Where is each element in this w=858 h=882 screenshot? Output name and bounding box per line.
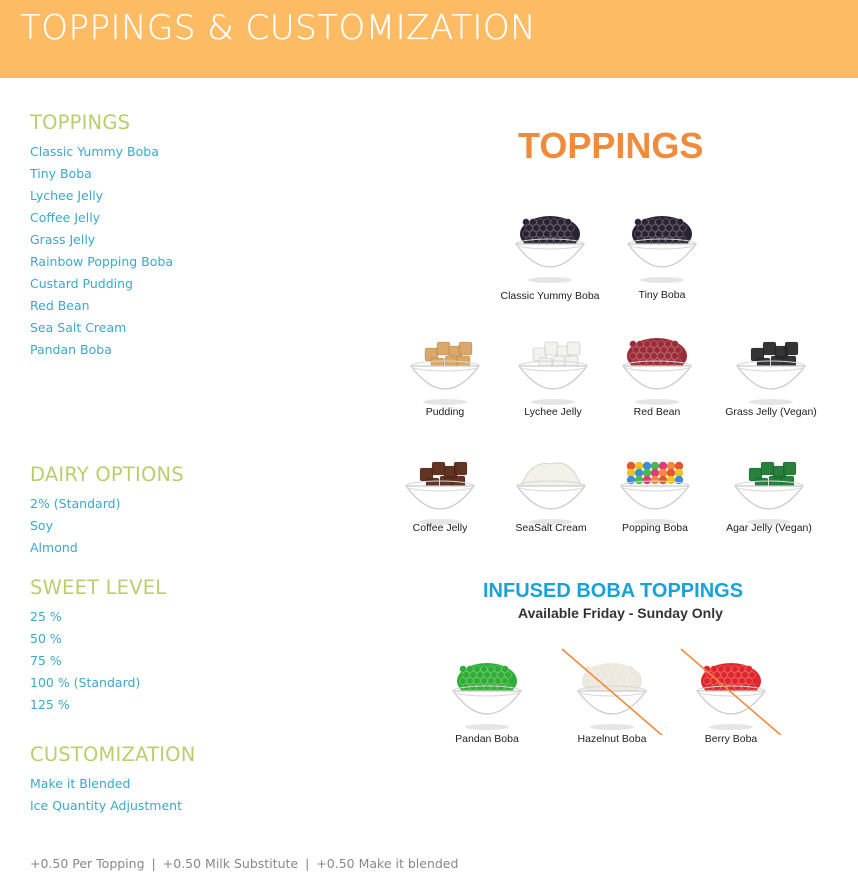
customization-list: Make it Blended Ice Quantity Adjustment: [30, 775, 182, 819]
topping-link[interactable]: Lychee Jelly: [30, 187, 173, 209]
infused-tile: Berry Boba: [671, 645, 791, 745]
customization-link[interactable]: Make it Blended: [30, 775, 182, 797]
topping-tile: Classic Yummy Boba: [490, 198, 610, 302]
infused-title: INFUSED BOBA TOPPINGS: [483, 580, 744, 602]
berry-boba-bowl-icon: [680, 648, 782, 735]
price-note: +0.50 Make it blended: [316, 856, 459, 871]
page-title: TOPPINGS & CUSTOMIZATION: [20, 8, 537, 48]
infused-caption: Berry Boba: [704, 733, 758, 745]
page-header: TOPPINGS & CUSTOMIZATION: [0, 0, 858, 78]
cream-bowl-icon: [515, 462, 587, 525]
popping-boba-bowl-icon: [619, 461, 691, 525]
topping-link[interactable]: Sea Salt Cream: [30, 319, 173, 341]
topping-caption: Grass Jelly (Vegan): [725, 406, 817, 418]
footer-separator: |: [305, 856, 310, 871]
topping-link[interactable]: Red Bean: [30, 297, 173, 319]
sweet-level-link[interactable]: 50 %: [30, 630, 140, 652]
infused-tile: Pandan Boba: [427, 645, 547, 745]
pudding-bowl-icon: [409, 341, 481, 405]
topping-tile: Popping Boba: [595, 440, 715, 540]
topping-caption: Red Bean: [633, 406, 681, 418]
grass-jelly-bowl-icon: [735, 341, 807, 405]
topping-tile: Coffee Jelly: [380, 440, 500, 540]
topping-tile: SeaSalt Cream: [491, 440, 611, 540]
topping-caption: Tiny Boba: [638, 289, 686, 301]
dark-boba-bowl-icon: [514, 216, 586, 283]
dairy-option-link[interactable]: Soy: [30, 517, 120, 539]
price-note: +0.50 Per Topping: [30, 856, 145, 871]
lychee-jelly-bowl-icon: [517, 341, 589, 405]
topping-caption: Popping Boba: [622, 522, 688, 534]
topping-tile: Lychee Jelly: [493, 320, 613, 420]
dairy-option-link[interactable]: 2% (Standard): [30, 495, 120, 517]
topping-link[interactable]: Coffee Jelly: [30, 209, 173, 231]
topping-caption: Classic Yummy Boba: [500, 290, 600, 302]
topping-link[interactable]: Custard Pudding: [30, 275, 173, 297]
topping-tile: Grass Jelly (Vegan): [711, 320, 831, 420]
topping-link[interactable]: Tiny Boba: [30, 165, 173, 187]
topping-caption: Lychee Jelly: [524, 406, 582, 418]
coffee-jelly-bowl-icon: [404, 461, 476, 525]
topping-caption: Coffee Jelly: [412, 522, 468, 534]
infused-caption: Hazelnut Boba: [577, 733, 647, 745]
topping-link[interactable]: Rainbow Popping Boba: [30, 253, 173, 275]
hazelnut-boba-bowl-icon: [561, 648, 663, 735]
sweet-level-link[interactable]: 125 %: [30, 696, 140, 718]
infused-caption: Pandan Boba: [455, 733, 519, 745]
topping-caption: SeaSalt Cream: [515, 522, 587, 534]
section-heading-dairy: DAIRY OPTIONS: [30, 463, 184, 486]
pandan-boba-bowl-icon: [451, 663, 523, 730]
footer-separator: |: [151, 856, 156, 871]
topping-caption: Pudding: [425, 406, 465, 418]
menu-image-title: TOPPINGS: [518, 125, 704, 166]
dairy-option-link[interactable]: Almond: [30, 539, 120, 561]
pricing-footer: +0.50 Per Topping | +0.50 Milk Substitute |…: [30, 856, 458, 871]
topping-link[interactable]: Classic Yummy Boba: [30, 143, 173, 165]
sweet-level-link[interactable]: 25 %: [30, 608, 140, 630]
infused-tile: Hazelnut Boba: [552, 645, 672, 745]
customization-link[interactable]: Ice Quantity Adjustment: [30, 797, 182, 819]
agar-jelly-bowl-icon: [733, 461, 805, 525]
sweet-level-list: 25 % 50 % 75 % 100 % (Standard) 125 %: [30, 608, 140, 718]
topping-tile: Red Bean: [597, 320, 717, 420]
topping-link[interactable]: Pandan Boba: [30, 341, 173, 363]
section-heading-customization: CUSTOMIZATION: [30, 743, 196, 766]
topping-tile: Agar Jelly (Vegan): [709, 440, 829, 540]
sweet-level-link[interactable]: 75 %: [30, 652, 140, 674]
topping-caption: Agar Jelly (Vegan): [726, 522, 812, 534]
red-bean-bowl-icon: [621, 338, 693, 405]
price-note: +0.50 Milk Substitute: [162, 856, 299, 871]
infused-subtitle: Available Friday - Sunday Only: [518, 605, 723, 621]
dark-boba-bowl-icon: [626, 216, 698, 283]
topping-tile: Pudding: [385, 320, 505, 420]
section-heading-sweet-level: SWEET LEVEL: [30, 576, 167, 599]
sweet-level-link[interactable]: 100 % (Standard): [30, 674, 140, 696]
section-heading-toppings: TOPPINGS: [30, 111, 131, 134]
dairy-list: 2% (Standard) Soy Almond: [30, 495, 120, 561]
toppings-list: Classic Yummy Boba Tiny Boba Lychee Jell…: [30, 143, 173, 363]
topping-tile: Tiny Boba: [602, 198, 722, 301]
topping-link[interactable]: Grass Jelly: [30, 231, 173, 253]
